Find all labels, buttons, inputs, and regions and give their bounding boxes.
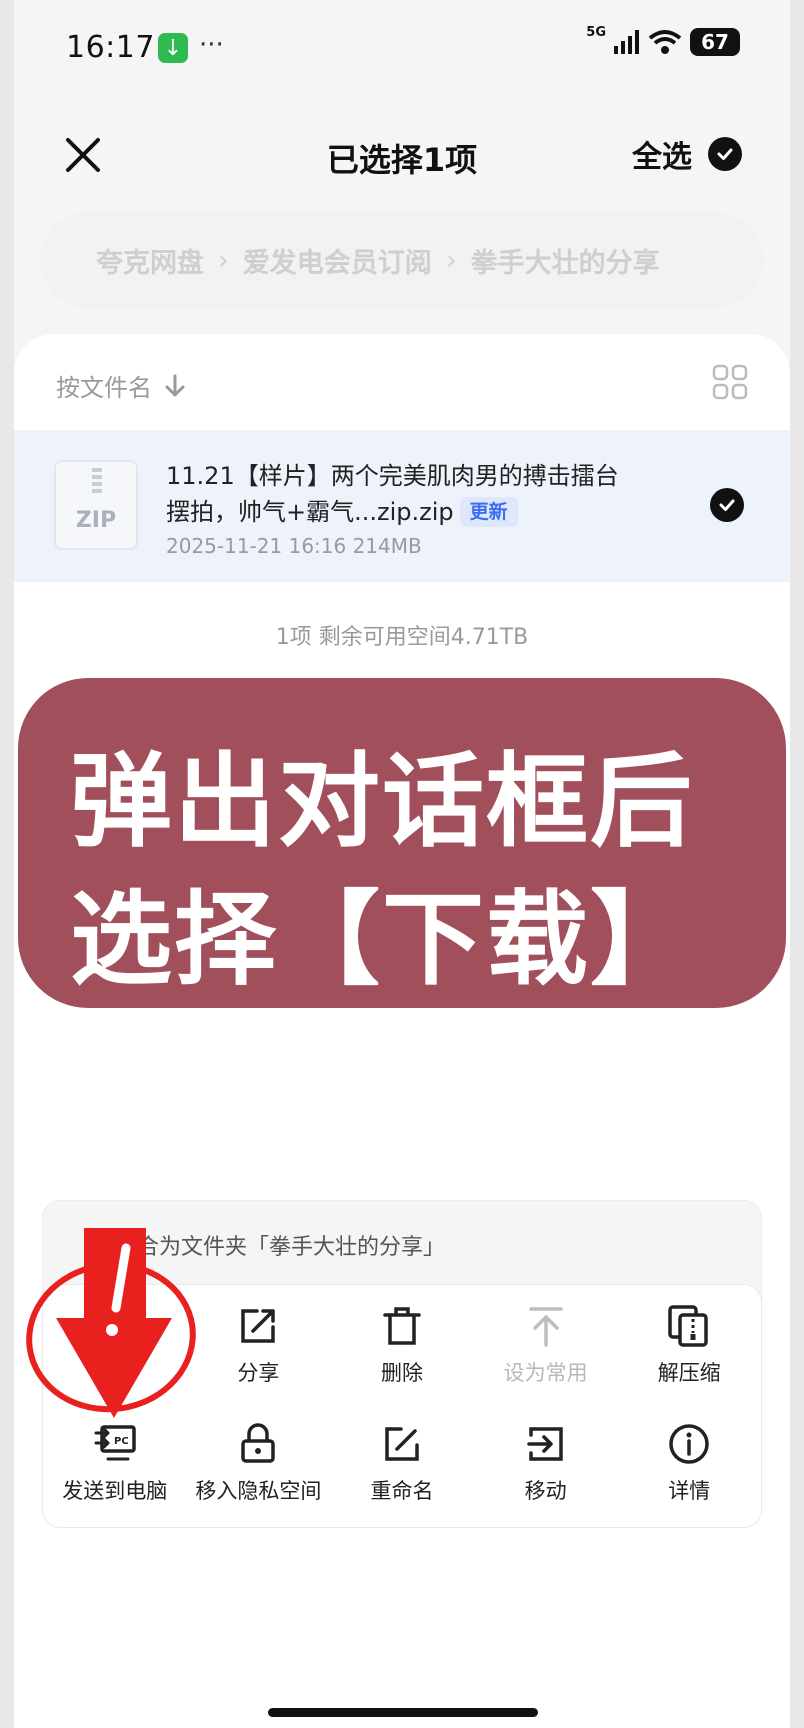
action-label: 分享 [237, 1361, 280, 1385]
download-notification-icon: ↓ [158, 33, 188, 63]
action-label: 设为常用 [503, 1361, 588, 1385]
sort-button[interactable]: 按文件名 [56, 368, 186, 403]
file-name: 11.21【样片】两个完美肌肉男的搏击擂台摆拍，帅气+霸气...zip.zip 更… [166, 458, 636, 530]
battery-indicator: 67 [690, 28, 740, 56]
svg-text:PC: PC [114, 1436, 129, 1447]
action-label: 移动 [524, 1479, 567, 1503]
status-more-icon: ··· [199, 30, 224, 60]
share-icon [241, 1309, 276, 1343]
file-list-panel: 按文件名 ZIP 11.21【样片】两个完美肌肉男的搏击擂台摆拍，帅气+霸气..… [14, 334, 790, 1728]
file-selected-check-icon[interactable] [710, 488, 744, 522]
status-time: 16:17 [66, 30, 155, 65]
breadcrumb-item[interactable]: 爱发电会员订阅 [243, 241, 432, 280]
file-name-text: 11.21【样片】两个完美肌肉男的搏击擂台摆拍，帅气+霸气...zip.zip [166, 462, 619, 526]
status-indicators: 5G 67 [586, 24, 740, 56]
info-icon [669, 1424, 709, 1464]
instruction-banner: 弹出对话框后 选择【下载】 [18, 678, 786, 1008]
unzip-button[interactable]: 解压缩 [617, 1293, 761, 1411]
sheet-note-text: 合为文件夹「拳手大壮的分享」 [137, 1235, 446, 1260]
action-label: 详情 [668, 1479, 711, 1503]
action-label: 移入隐私空间 [195, 1479, 322, 1503]
file-meta: 2025-11-21 16:16 214MB [166, 534, 422, 558]
move-to-private-space-button[interactable]: 移入隐私空间 [187, 1411, 331, 1529]
update-badge: 更新 [459, 497, 518, 527]
check-icon [708, 137, 742, 171]
select-all-button[interactable]: 全选 [632, 132, 742, 176]
move-icon [526, 1427, 563, 1461]
banner-line-1: 弹出对话框后 [70, 743, 694, 862]
set-favorite-button[interactable]: 设为常用 [474, 1293, 618, 1411]
select-all-label: 全选 [632, 140, 692, 175]
wifi-icon [648, 30, 682, 54]
unzip-icon [668, 1305, 708, 1347]
breadcrumb-separator: › [218, 244, 229, 276]
details-button[interactable]: 详情 [617, 1411, 761, 1529]
arrow-down-icon [165, 374, 185, 396]
action-label: 删除 [380, 1361, 423, 1385]
pin-icon [528, 1307, 563, 1347]
breadcrumb-item[interactable]: 拳手大壮的分享 [471, 241, 660, 280]
grid-view-icon[interactable] [712, 364, 748, 400]
pointer-arrow-icon [56, 1228, 172, 1418]
file-row[interactable]: ZIP 11.21【样片】两个完美肌肉男的搏击擂台摆拍，帅气+霸气...zip.… [14, 430, 790, 582]
move-button[interactable]: 移动 [474, 1411, 618, 1529]
rename-button[interactable]: 重命名 [330, 1411, 474, 1529]
network-type: 5G [586, 24, 606, 40]
banner-line-2: 选择【下载】 [70, 881, 694, 1000]
breadcrumb-separator: › [445, 244, 457, 276]
send-to-pc-button[interactable]: PC 发送到电脑 [43, 1411, 187, 1529]
sort-label: 按文件名 [56, 374, 152, 402]
breadcrumb-item[interactable]: 夸克网盘 [96, 241, 204, 280]
share-button[interactable]: 分享 [187, 1293, 331, 1411]
action-label: 解压缩 [657, 1361, 721, 1385]
action-label: 发送到电脑 [62, 1479, 168, 1503]
lock-icon [241, 1423, 276, 1463]
zip-file-icon: ZIP [54, 460, 138, 550]
home-indicator [268, 1708, 538, 1717]
storage-summary: 1项 剩余可用空间4.71TB [275, 625, 529, 650]
rename-icon [385, 1427, 419, 1461]
action-label: 重命名 [370, 1479, 434, 1503]
delete-button[interactable]: 删除 [330, 1293, 474, 1411]
phone-screen: 16:17 ↓ ··· 5G 67 已选择1项 全选 夸克网盘 › 爱发电会员订… [14, 0, 790, 1728]
breadcrumb: 夸克网盘 › 爱发电会员订阅 › 拳手大壮的分享 [40, 212, 764, 308]
signal-icon [614, 30, 639, 54]
trash-icon [383, 1307, 421, 1345]
